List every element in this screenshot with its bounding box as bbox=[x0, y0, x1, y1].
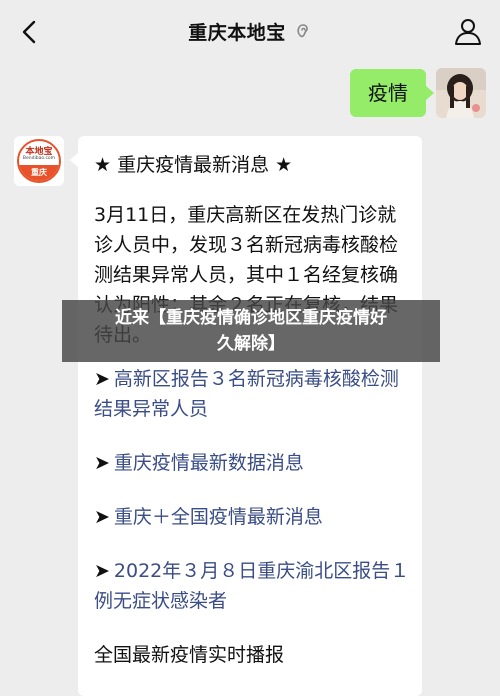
user-message-text: 疫情 bbox=[368, 81, 408, 105]
arrow-icon: ➤ bbox=[94, 452, 110, 474]
chevron-left-icon bbox=[22, 20, 36, 44]
arrow-icon: ➤ bbox=[94, 368, 110, 390]
profile-button[interactable] bbox=[450, 14, 486, 50]
card-heading: ★ 重庆疫情最新消息 ★ bbox=[94, 154, 293, 176]
logo-bottom-text: 重庆 bbox=[19, 165, 59, 181]
arrow-icon: ➤ bbox=[94, 506, 110, 528]
user-message-bubble[interactable]: 疫情 bbox=[350, 69, 434, 117]
ear-icon bbox=[297, 24, 308, 38]
top-bar: 重庆本地宝 bbox=[0, 0, 500, 62]
title-wrap: 重庆本地宝 bbox=[188, 18, 312, 45]
user-message-row: 疫情 bbox=[350, 68, 486, 118]
user-avatar-image bbox=[436, 68, 486, 118]
news-link[interactable]: ➤ 重庆疫情最新数据消息 bbox=[94, 448, 414, 478]
page-title: 重庆本地宝 bbox=[188, 21, 286, 44]
news-link[interactable]: ➤ 2022年３月８日重庆渝北区报告１例无症状感染者 bbox=[94, 556, 414, 616]
message-card: ★ 重庆疫情最新消息 ★ 3月11日，重庆高新区在发热门诊就诊人员中，发现３名新… bbox=[70, 136, 422, 696]
arrow-icon: ➤ bbox=[94, 560, 110, 582]
back-button[interactable] bbox=[12, 14, 48, 50]
overlay-line-2: 久解除】 bbox=[217, 334, 285, 354]
news-link-text: 2022年３月８日重庆渝北区报告１例无症状感染者 bbox=[94, 560, 410, 612]
overlay-line-1: 近来【重庆疫情确诊地区重庆疫情好 bbox=[115, 308, 387, 328]
news-link[interactable]: ➤ 高新区报告３名新冠病毒核酸检测结果异常人员 bbox=[94, 364, 414, 424]
news-link-text: 高新区报告３名新冠病毒核酸检测结果异常人员 bbox=[94, 368, 399, 420]
person-icon bbox=[455, 19, 481, 45]
article-title-overlay: 近来【重庆疫情确诊地区重庆疫情好 久解除】 bbox=[62, 300, 440, 362]
official-account-avatar[interactable]: 本地宝 Bendibao.com 重庆 bbox=[14, 136, 64, 186]
news-link[interactable]: ➤ 重庆＋全国疫情最新消息 bbox=[94, 502, 414, 532]
bendibao-logo: 本地宝 Bendibao.com 重庆 bbox=[17, 139, 61, 183]
user-avatar[interactable] bbox=[436, 68, 486, 118]
news-link-text: 重庆＋全国疫情最新消息 bbox=[113, 506, 323, 528]
logo-mid-text: Bendibao.com bbox=[22, 156, 56, 161]
news-link-text: 重庆疫情最新数据消息 bbox=[113, 452, 304, 474]
